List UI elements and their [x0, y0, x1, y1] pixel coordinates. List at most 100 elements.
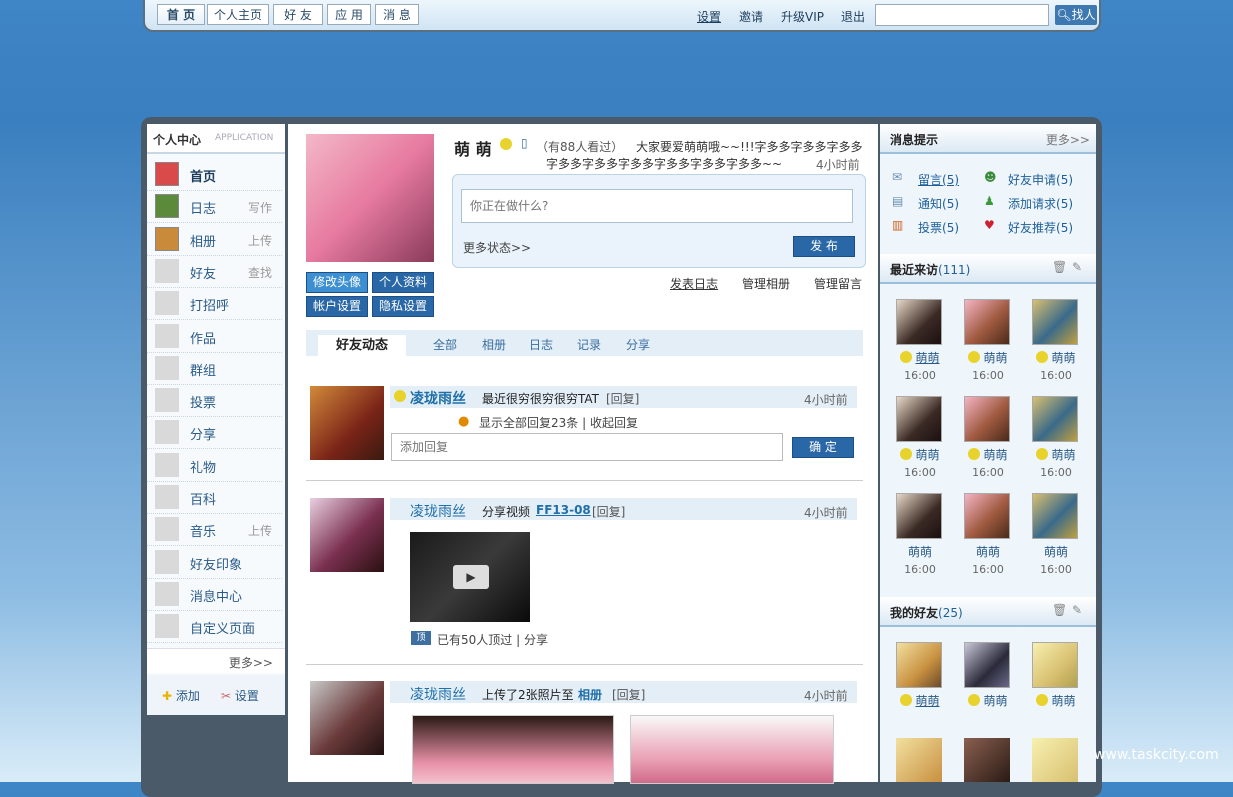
visitor-name[interactable]: 萌萌 [1032, 543, 1080, 560]
photo-thumbnail[interactable] [630, 715, 834, 784]
friend-card[interactable]: 萌萌 [1032, 642, 1080, 709]
msg-notice-link[interactable]: 通知(5) [918, 195, 959, 212]
tab-all[interactable]: 全部 [433, 336, 457, 353]
visitor-name[interactable]: 萌萌 [896, 349, 944, 366]
app-settings-button[interactable]: ✂ 设置 [221, 687, 259, 704]
sidebar-item-action[interactable]: 查找 [248, 264, 272, 281]
visitor-name[interactable]: 萌萌 [1032, 446, 1080, 463]
invite-link[interactable]: 邀请 [739, 8, 763, 25]
visitor-avatar[interactable] [896, 299, 942, 345]
nav-tab-apps[interactable]: 应 用 [327, 4, 371, 25]
visitor-card[interactable]: 萌萌 16:00 [964, 299, 1012, 382]
visitor-avatar[interactable] [1032, 493, 1078, 539]
friend-card[interactable]: 萌萌 [964, 642, 1012, 709]
visitor-name[interactable]: 萌萌 [964, 446, 1012, 463]
feed-avatar[interactable] [310, 681, 384, 755]
visitor-avatar[interactable] [896, 493, 942, 539]
msg-friend-recommend-link[interactable]: 好友推荐(5) [1008, 219, 1073, 236]
top-search-input[interactable] [875, 4, 1049, 26]
nav-tab-home[interactable]: 首 页 [157, 4, 205, 25]
feed-reply-link[interactable]: [回复] [612, 686, 645, 703]
status-input[interactable] [461, 189, 853, 223]
friend-name[interactable]: 萌萌 [896, 692, 944, 709]
friend-card[interactable]: 萌萌 [896, 642, 944, 709]
visitor-name[interactable]: 萌萌 [1032, 349, 1080, 366]
friend-avatar[interactable] [1032, 738, 1078, 782]
sidebar-item[interactable]: 好友 查找 [147, 255, 282, 288]
msg-guestbook-link[interactable]: 留言(5) [918, 171, 959, 188]
thumbs-up-icon[interactable]: 顶 [411, 631, 431, 645]
visitor-avatar[interactable] [1032, 396, 1078, 442]
photo-thumbnail[interactable] [412, 715, 614, 784]
visitor-avatar[interactable] [896, 396, 942, 442]
wrench-icon[interactable]: ✎ [1072, 260, 1082, 274]
msg-friend-request-link[interactable]: 好友申请(5) [1008, 171, 1073, 188]
sidebar-item[interactable]: 首页 [147, 158, 282, 191]
sidebar-item[interactable]: 相册 上传 [147, 223, 282, 256]
visitor-name[interactable]: 萌萌 [896, 446, 944, 463]
visitor-avatar[interactable] [964, 396, 1010, 442]
album-link[interactable]: 相册 [578, 686, 602, 703]
visitor-name[interactable]: 萌萌 [964, 349, 1012, 366]
sidebar-item[interactable]: 百科 [147, 481, 282, 514]
nav-tab-messages[interactable]: 消 息 [375, 4, 419, 25]
visitor-avatar[interactable] [1032, 299, 1078, 345]
sidebar-item[interactable]: 分享 [147, 416, 282, 450]
feed-user-name[interactable]: 凌珑雨丝 [410, 501, 466, 521]
manage-messages-link[interactable]: 管理留言 [814, 275, 862, 292]
sidebar-item[interactable]: 音乐 上传 [147, 513, 282, 547]
trash-icon[interactable]: 🗑︎ [1052, 603, 1067, 617]
upgrade-vip-link[interactable]: 升级VIP [781, 8, 824, 25]
wrench-icon[interactable]: ✎ [1072, 603, 1082, 617]
find-people-button[interactable]: 🔍︎找人 [1055, 5, 1097, 25]
post-blog-link[interactable]: 发表日志 [670, 275, 718, 292]
visitor-card[interactable]: 萌萌 16:00 [896, 493, 944, 576]
friend-avatar[interactable] [964, 642, 1010, 688]
nav-tab-profile[interactable]: 个人主页 [207, 4, 269, 25]
sidebar-item[interactable]: 日志 写作 [147, 190, 282, 224]
feed-reply-link[interactable]: [回复] [592, 503, 625, 520]
tab-share[interactable]: 分享 [626, 336, 650, 353]
feed-avatar[interactable] [310, 498, 384, 572]
privacy-settings-button[interactable]: 隐私设置 [372, 296, 434, 317]
feed-reply-link[interactable]: [回复] [606, 390, 639, 407]
feed-avatar[interactable] [310, 386, 384, 460]
visitor-avatar[interactable] [964, 299, 1010, 345]
visitor-card[interactable]: 萌萌 16:00 [896, 396, 944, 479]
sidebar-item[interactable]: 消息中心 [147, 578, 282, 611]
tab-blog[interactable]: 日志 [529, 336, 553, 353]
friend-avatar[interactable] [896, 642, 942, 688]
tab-friend-feed[interactable]: 好友动态 [318, 335, 406, 357]
account-settings-button[interactable]: 帐户设置 [306, 296, 368, 317]
feed-user-name[interactable]: 凌珑雨丝 [410, 684, 466, 704]
more-status-link[interactable]: 更多状态>> [463, 239, 531, 256]
sidebar-item[interactable]: 群组 [147, 352, 282, 385]
video-link[interactable]: FF13-08 [536, 503, 591, 517]
settings-link[interactable]: 设置 [697, 8, 721, 25]
confirm-reply-button[interactable]: 确 定 [792, 437, 854, 458]
visitor-card[interactable]: 萌萌 16:00 [1032, 299, 1080, 382]
friend-avatar[interactable] [964, 738, 1010, 782]
profile-info-button[interactable]: 个人资料 [372, 272, 434, 293]
sidebar-item[interactable]: 礼物 [147, 449, 282, 482]
tab-album[interactable]: 相册 [482, 336, 506, 353]
friend-avatar[interactable] [896, 738, 942, 782]
sidebar-item[interactable]: 打招呼 [147, 287, 282, 321]
sidebar-item[interactable]: 作品 [147, 320, 282, 353]
visitor-card[interactable]: 萌萌 16:00 [1032, 493, 1080, 576]
left-menu-more-link[interactable]: 更多>> [229, 654, 273, 671]
trash-icon[interactable]: 🗑︎ [1052, 260, 1067, 274]
visitor-name[interactable]: 萌萌 [896, 543, 944, 560]
sidebar-item[interactable]: 好友印象 [147, 546, 282, 579]
messages-more-link[interactable]: 更多>> [1046, 131, 1090, 148]
visitor-card[interactable]: 萌萌 16:00 [964, 493, 1012, 576]
friend-avatar[interactable] [1032, 642, 1078, 688]
visitor-card[interactable]: 萌萌 16:00 [964, 396, 1012, 479]
sidebar-item-action[interactable]: 上传 [248, 232, 272, 249]
nav-tab-friends[interactable]: 好 友 [273, 4, 323, 25]
msg-vote-link[interactable]: 投票(5) [918, 219, 959, 236]
friend-name[interactable]: 萌萌 [964, 692, 1012, 709]
visitor-card[interactable]: 萌萌 16:00 [1032, 396, 1080, 479]
friend-name[interactable]: 萌萌 [1032, 692, 1080, 709]
publish-button[interactable]: 发 布 [793, 236, 855, 257]
